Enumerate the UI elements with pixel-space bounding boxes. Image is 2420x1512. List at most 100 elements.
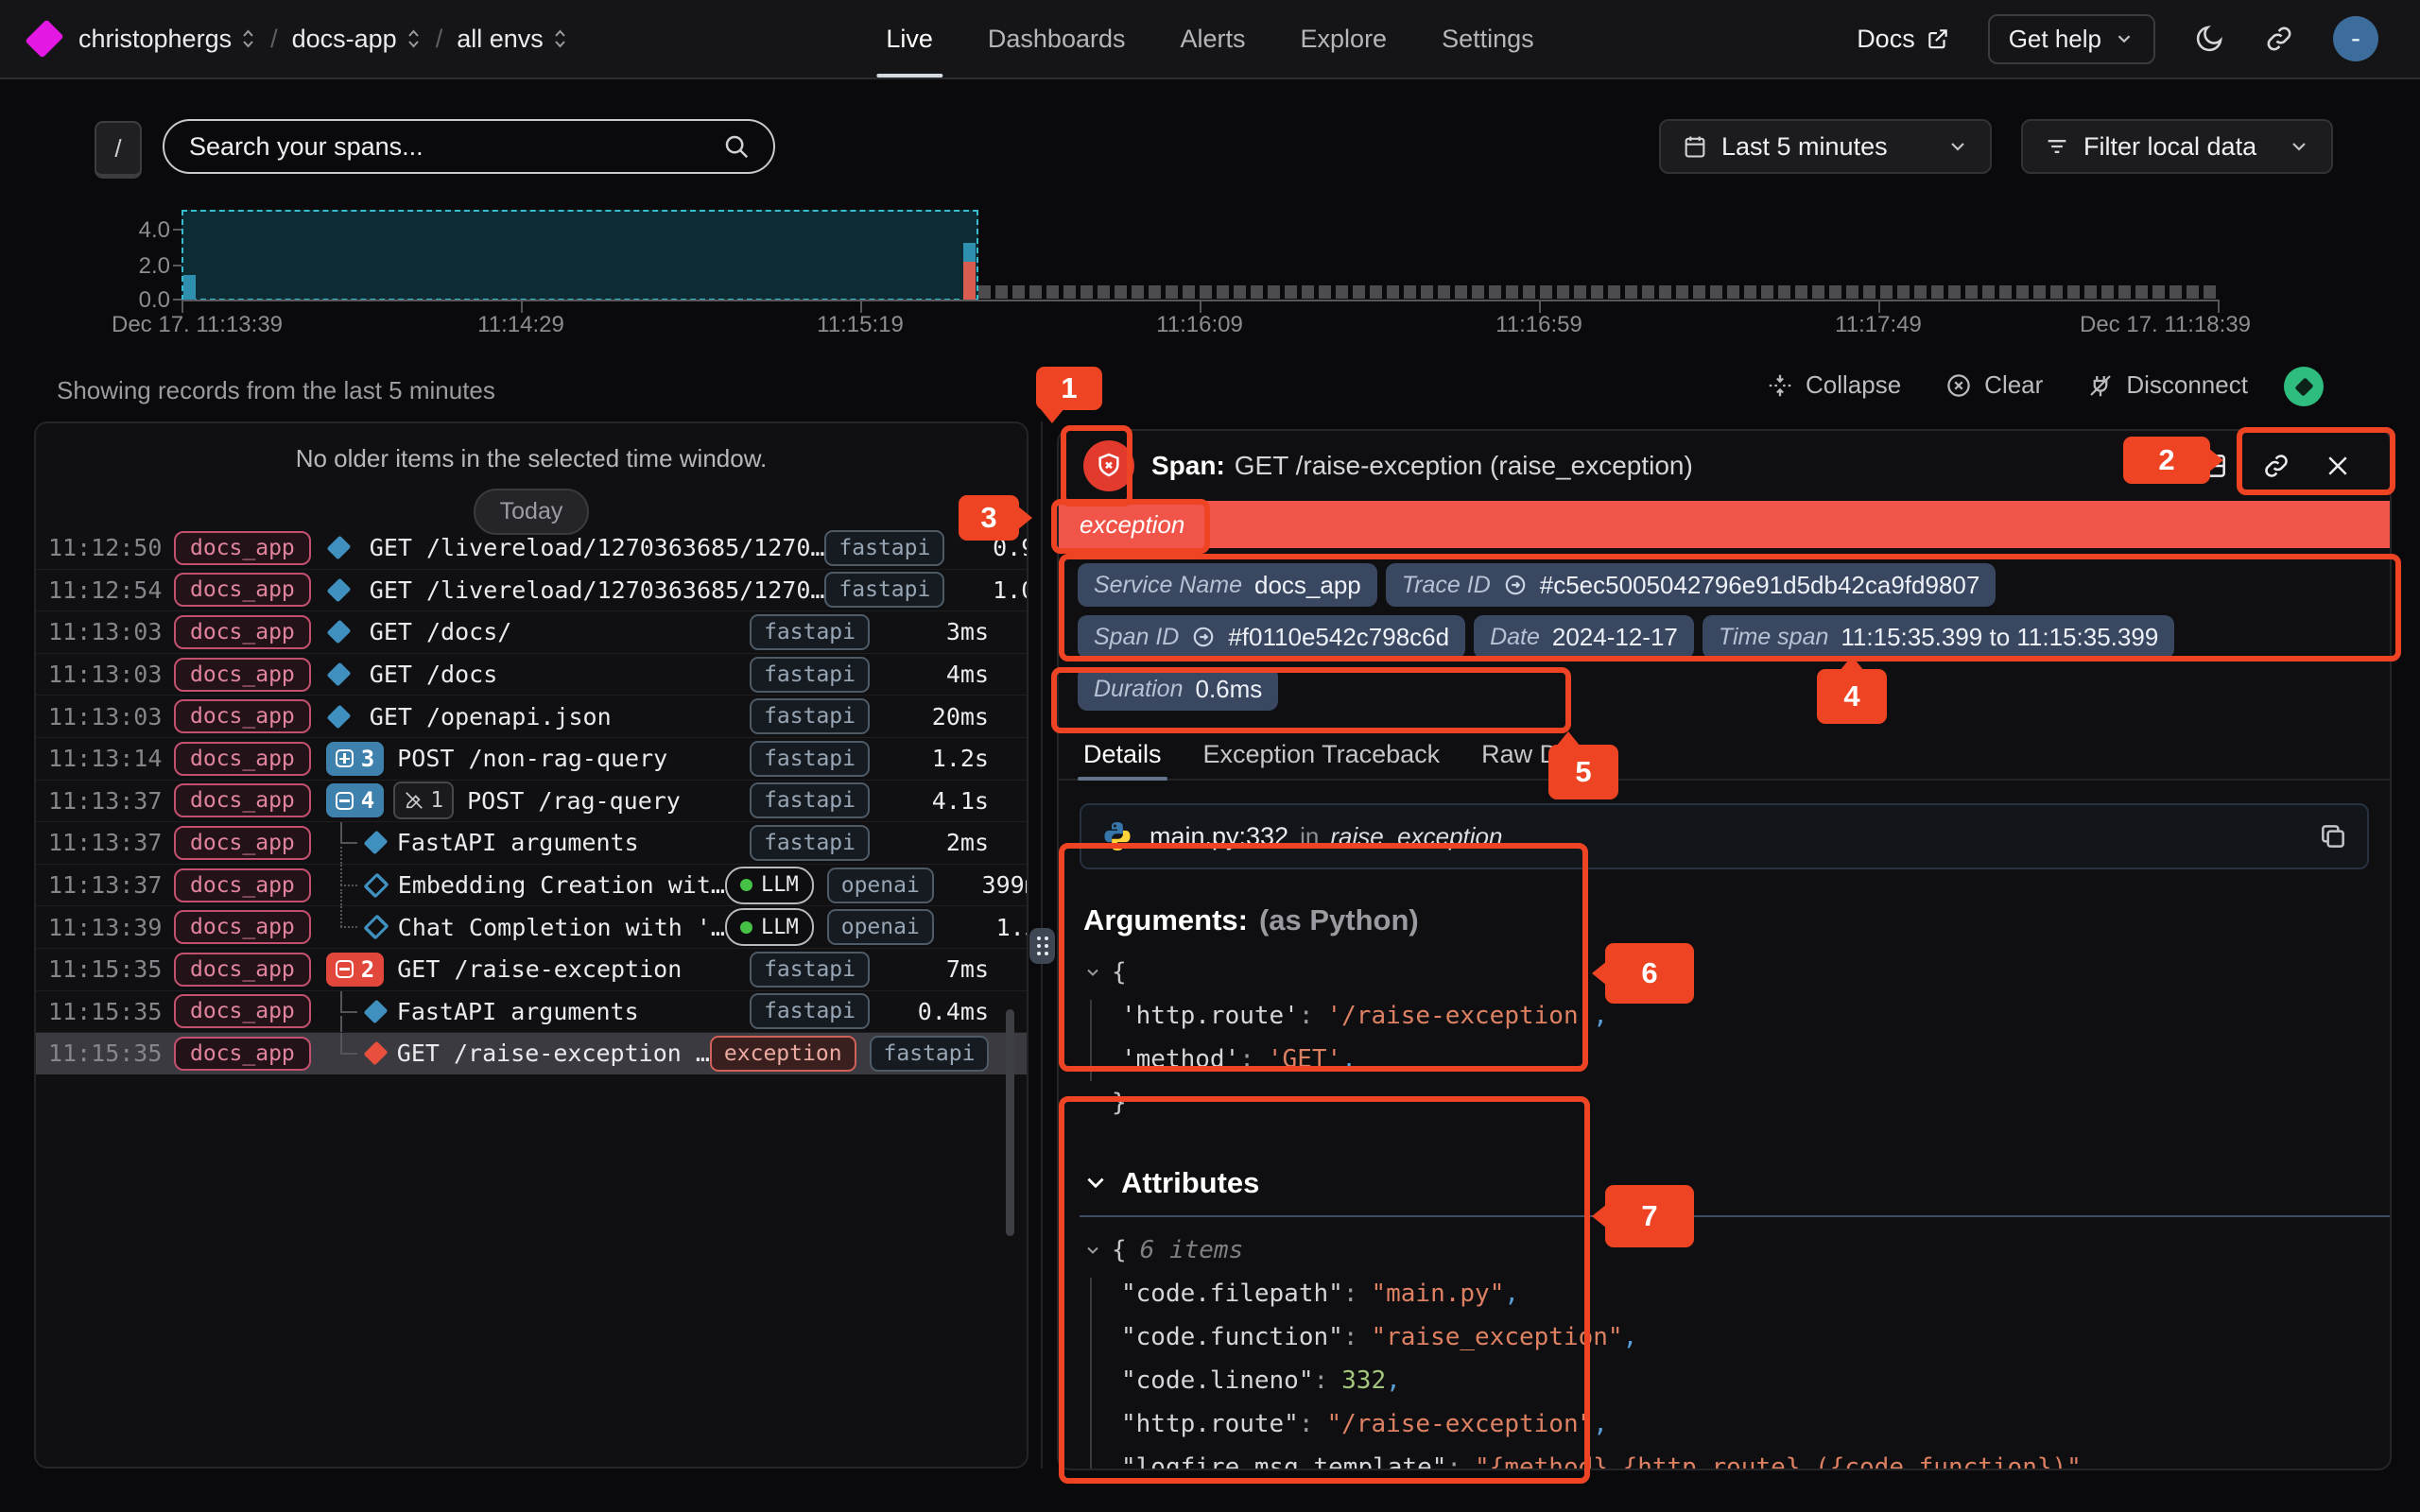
chevron-down-icon <box>2114 28 2135 49</box>
tab-exception-traceback[interactable]: Exception Traceback <box>1203 730 1441 779</box>
time-range-button[interactable]: Last 5 minutes <box>1659 119 1992 174</box>
span-diamond-icon <box>327 577 352 602</box>
copy-icon[interactable] <box>2318 821 2348 851</box>
annotation-box-5 <box>1051 667 1571 733</box>
breadcrumb-separator: / <box>270 25 278 54</box>
child-count: 4 <box>361 787 374 814</box>
chart-time-selection[interactable] <box>182 210 978 301</box>
collapse-children-badge-error[interactable]: 2 <box>326 953 384 987</box>
annotation-box-4 <box>1059 554 2401 662</box>
tab-live[interactable]: Live <box>886 0 933 77</box>
avatar[interactable]: - <box>2333 16 2378 61</box>
service-badge[interactable]: docs_app <box>174 994 311 1028</box>
span-row[interactable]: 11:13:37 docs_app 4 1 POST /rag-query fa… <box>36 780 1027 822</box>
span-row[interactable]: 11:13:14 docs_app 3 POST /non-rag-query … <box>36 737 1027 780</box>
span-row[interactable]: 11:13:37 docs_app FastAPI arguments fast… <box>36 821 1027 864</box>
annotation-pointer <box>2208 448 2223 472</box>
scope-badge: fastapi <box>750 698 870 734</box>
span-row[interactable]: 11:15:35 docs_app FastAPI arguments fast… <box>36 990 1027 1033</box>
service-badge[interactable]: docs_app <box>174 826 311 860</box>
tree-connector <box>324 906 368 948</box>
span-row-selected[interactable]: 11:15:35 docs_app GET /raise-exception …… <box>36 1032 1027 1074</box>
project-selector[interactable]: docs-app <box>292 25 422 54</box>
scope-badge: openai <box>827 868 934 903</box>
top-nav-bar: christophergs / docs-app / all envs <box>0 0 2420 79</box>
muted-spans-badge[interactable]: 1 <box>393 782 454 819</box>
filter-local-data-button[interactable]: Filter local data <box>2021 119 2333 174</box>
no-older-items-text: No older items in the selected time wind… <box>36 444 1027 473</box>
service-badge[interactable]: docs_app <box>174 1037 311 1071</box>
filter-icon <box>2044 133 2070 160</box>
breadcrumb: christophergs / docs-app / all envs <box>0 25 568 54</box>
span-row[interactable]: 11:13:37 docs_app Embedding Creation wit… <box>36 864 1027 906</box>
live-status-indicator[interactable] <box>2284 367 2324 406</box>
span-row[interactable]: 11:12:50 docs_app GET /livereload/127036… <box>36 527 1027 569</box>
span-time: 11:13:37 <box>48 787 158 815</box>
collapse-button[interactable]: Collapse <box>1766 370 1901 400</box>
service-badge[interactable]: docs_app <box>174 658 311 692</box>
service-badge[interactable]: docs_app <box>174 742 311 776</box>
get-help-label: Get help <box>2009 25 2101 54</box>
span-duration: 1.0ms <box>958 576 1028 604</box>
span-duration: 7ms <box>883 955 989 983</box>
disconnect-button[interactable]: Disconnect <box>2086 370 2248 400</box>
tab-explore[interactable]: Explore <box>1301 0 1388 77</box>
chevron-down-icon <box>1946 135 1969 158</box>
service-badge[interactable]: docs_app <box>174 868 311 902</box>
span-diamond-icon <box>327 662 352 687</box>
span-name: FastAPI arguments <box>397 829 639 856</box>
scope-badge: fastapi <box>750 741 870 777</box>
slash-shortcut-key: / <box>95 121 142 179</box>
span-row[interactable]: 11:13:03 docs_app GET /docs fastapi 4ms <box>36 653 1027 696</box>
service-badge[interactable]: docs_app <box>174 783 311 817</box>
scope-badge: openai <box>827 909 934 945</box>
chevron-updown-icon <box>406 27 422 50</box>
env-selector[interactable]: all envs <box>457 25 568 54</box>
expand-children-badge[interactable]: 3 <box>326 742 384 776</box>
scope-badge: fastapi <box>750 614 870 650</box>
x-axis-tick: 11:16:09 <box>1156 312 1243 338</box>
tab-dashboards[interactable]: Dashboards <box>988 0 1126 77</box>
annotation-pointer <box>1556 731 1581 747</box>
tab-settings[interactable]: Settings <box>1442 0 1534 77</box>
docs-link[interactable]: Docs <box>1857 25 1950 54</box>
annotation-box-1 <box>1061 425 1132 507</box>
scope-badge: fastapi <box>750 657 870 693</box>
annotation-box-3 <box>1051 499 1210 554</box>
service-badge[interactable]: docs_app <box>174 953 311 987</box>
span-row[interactable]: 11:12:54 docs_app GET /livereload/127036… <box>36 569 1027 611</box>
x-axis-tick: 11:15:19 <box>817 312 904 338</box>
span-row[interactable]: 11:15:35 docs_app 2 GET /raise-exception… <box>36 948 1027 990</box>
panel-resize-handle[interactable] <box>1029 928 1055 964</box>
org-selector[interactable]: christophergs <box>78 25 256 54</box>
service-badge[interactable]: docs_app <box>174 573 311 607</box>
clear-button[interactable]: Clear <box>1945 370 2043 400</box>
annotation-label-2: 2 <box>2123 437 2210 484</box>
service-badge[interactable]: docs_app <box>174 699 311 733</box>
span-name: GET /raise-exception … <box>397 1040 710 1067</box>
span-duration: 4ms <box>883 661 989 688</box>
tab-details[interactable]: Details <box>1083 730 1162 779</box>
get-help-button[interactable]: Get help <box>1988 14 2155 64</box>
service-badge[interactable]: docs_app <box>174 615 311 649</box>
tab-alerts[interactable]: Alerts <box>1180 0 1245 77</box>
span-row[interactable]: 11:13:03 docs_app GET /docs/ fastapi 3ms <box>36 610 1027 653</box>
span-row[interactable]: 11:13:03 docs_app GET /openapi.json fast… <box>36 695 1027 737</box>
annotation-pointer <box>1840 656 1864 671</box>
span-list-panel: No older items in the selected time wind… <box>34 421 1028 1469</box>
span-name: POST /rag-query <box>467 787 681 815</box>
list-scrollbar-thumb[interactable] <box>1006 1009 1014 1236</box>
theme-toggle-moon-icon[interactable] <box>2193 23 2225 55</box>
tree-connector <box>324 865 368 906</box>
env-name: all envs <box>457 25 544 54</box>
span-name: GET /livereload/1270363685/1270… <box>370 576 825 604</box>
search-input[interactable] <box>187 131 722 163</box>
logfire-logo-icon[interactable] <box>25 19 63 58</box>
share-link-icon[interactable] <box>2263 23 2295 55</box>
collapse-children-badge[interactable]: 4 <box>326 783 384 817</box>
scope-badge: fastapi <box>824 572 944 608</box>
service-badge[interactable]: docs_app <box>174 910 311 944</box>
service-badge[interactable]: docs_app <box>174 531 311 565</box>
span-row[interactable]: 11:13:39 docs_app Chat Completion with '… <box>36 905 1027 948</box>
docs-label: Docs <box>1857 25 1915 54</box>
